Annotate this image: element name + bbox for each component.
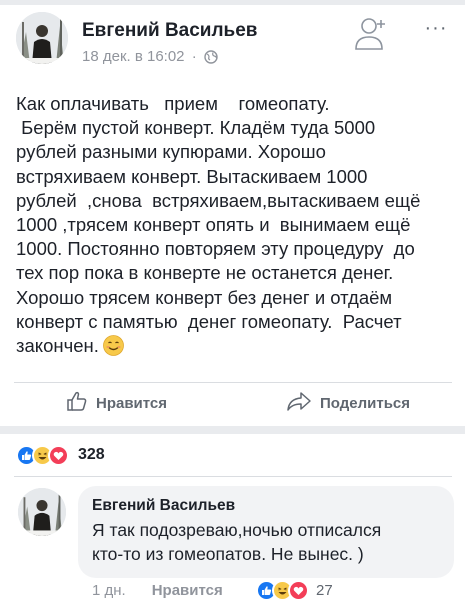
section-separator [0, 426, 465, 434]
post-meta: 18 дек. в 16:02 · [82, 48, 218, 68]
love-icon [288, 579, 309, 601]
comment-author[interactable]: Евгений Васильев [92, 497, 440, 515]
comment-meta: 1 дн. Нравится [92, 580, 223, 600]
post-body: Как оплачивать прием гомеопату. Берём пу… [16, 92, 452, 358]
divider [14, 382, 452, 383]
meta-separator: · [191, 48, 197, 65]
comment-text: Я так подозреваю,ночью отписался кто-то … [92, 520, 382, 564]
comment-reaction-count: 27 [316, 581, 333, 599]
comment-like-button[interactable]: Нравится [152, 582, 223, 599]
post-timestamp[interactable]: 18 дек. в 16:02 [82, 48, 185, 65]
reaction-summary[interactable]: 328 [16, 444, 105, 466]
post-text: Как оплачивать прием гомеопату. Берём пу… [16, 93, 421, 357]
thumbs-up-icon [66, 390, 88, 416]
divider [14, 476, 452, 477]
reaction-count: 328 [78, 446, 105, 463]
share-label: Поделиться [320, 394, 411, 412]
like-button[interactable]: Нравится [66, 390, 167, 416]
comment-bubble: Евгений Васильев Я так подозреваю,ночью … [78, 486, 454, 578]
love-icon [48, 444, 69, 466]
globe-icon [204, 50, 218, 68]
more-options-button[interactable]: ··· [420, 16, 452, 40]
top-border [0, 0, 465, 5]
comment-reaction-summary[interactable]: 27 [256, 579, 333, 601]
share-button[interactable]: Поделиться [286, 390, 410, 416]
author-avatar[interactable] [16, 12, 68, 64]
comment-age[interactable]: 1 дн. [92, 582, 126, 599]
smiling-face-icon [102, 335, 124, 356]
author-name[interactable]: Евгений Васильев [82, 20, 257, 42]
commenter-avatar[interactable] [18, 488, 66, 536]
add-friend-icon[interactable] [354, 16, 390, 54]
share-arrow-icon [286, 390, 312, 416]
like-label: Нравится [96, 394, 168, 412]
post-header: Евгений Васильев 18 дек. в 16:02 · ··· [16, 12, 456, 72]
